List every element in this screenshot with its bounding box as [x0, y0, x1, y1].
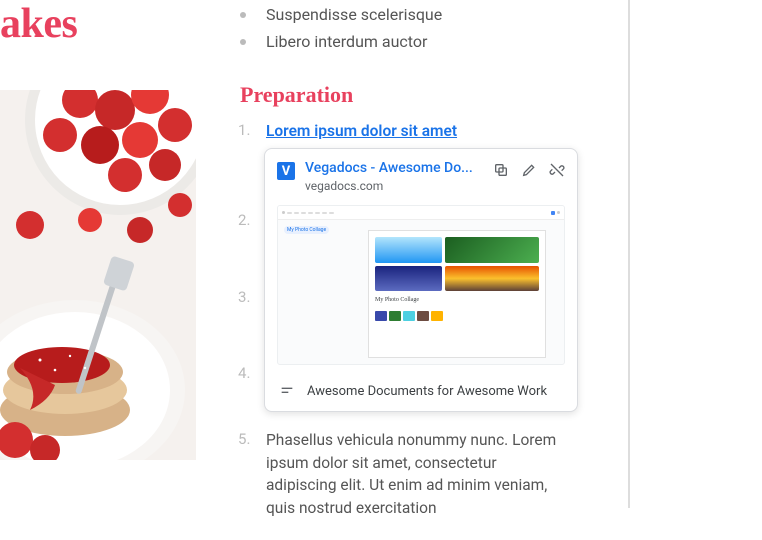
copy-icon[interactable]	[493, 162, 509, 178]
thumb-chip: My Photo Collage	[284, 226, 329, 234]
card-title-block: Vegadocs - Awesome Do... vegadocs.com	[305, 160, 485, 193]
hero-image	[0, 90, 196, 460]
card-footer-text: Awesome Documents for Awesome Work	[307, 384, 547, 399]
thumb-caption: My Photo Collage	[375, 297, 419, 303]
step-item: Lorem ipsum dolor sit amet	[238, 120, 558, 142]
card-domain: vegadocs.com	[305, 179, 485, 193]
link-preview-card: V Vegadocs - Awesome Do... vegadocs.com …	[264, 148, 578, 412]
preparation-heading: Preparation	[240, 82, 353, 108]
page-title: akes	[0, 0, 77, 48]
ingredient-item: Suspendisse scelerisque	[238, 5, 442, 24]
ingredients-list: Suspendisse scelerisque Libero interdum …	[238, 5, 442, 59]
step-item: Phasellus vehicula nonummy nunc. Lorem i…	[238, 429, 558, 519]
card-header: V Vegadocs - Awesome Do... vegadocs.com	[265, 149, 577, 201]
ingredient-item: Libero interdum auctor	[238, 32, 442, 51]
edit-icon[interactable]	[521, 162, 537, 178]
card-thumbnail[interactable]: My Photo Collage My Photo Collage	[277, 205, 565, 365]
notes-icon	[279, 383, 295, 399]
card-footer: Awesome Documents for Awesome Work	[265, 373, 577, 411]
card-title[interactable]: Vegadocs - Awesome Do...	[305, 160, 485, 176]
page-right-border	[628, 0, 630, 508]
card-actions	[493, 162, 565, 178]
site-logo: V	[277, 162, 295, 180]
step-link[interactable]: Lorem ipsum dolor sit amet	[266, 122, 457, 140]
unlink-icon[interactable]	[549, 162, 565, 178]
